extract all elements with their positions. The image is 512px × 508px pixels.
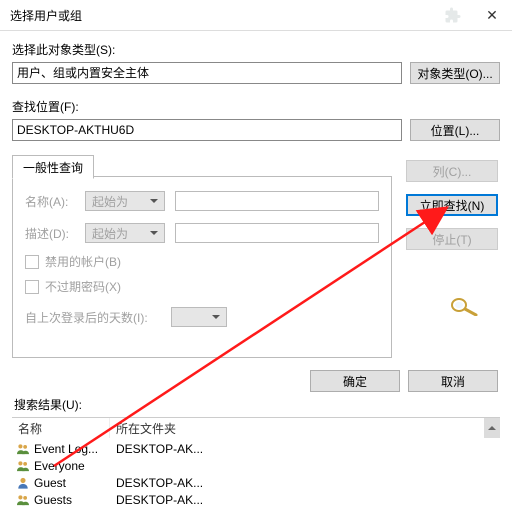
disabled-accounts-label: 禁用的帐户(B) [45, 253, 121, 270]
disabled-accounts-checkbox[interactable]: 禁用的帐户(B) [25, 253, 121, 270]
name-input[interactable] [175, 191, 379, 211]
desc-match-value: 起始为 [92, 225, 128, 242]
stop-button: 停止(T) [406, 228, 498, 250]
name-match-combo[interactable]: 起始为 [85, 191, 165, 211]
no-expire-checkbox[interactable]: 不过期密码(X) [25, 278, 121, 295]
desc-match-combo[interactable]: 起始为 [85, 223, 165, 243]
chevron-down-icon [150, 199, 158, 203]
scroll-up-button[interactable] [484, 418, 500, 438]
results-grid: Event Log... DESKTOP-AK... Everyone Guest DE… [12, 438, 500, 508]
days-combo[interactable] [171, 307, 227, 327]
location-field[interactable]: DESKTOP-AKTHU6D [12, 119, 402, 141]
item-folder: DESKTOP-AK... [110, 493, 500, 507]
list-item[interactable]: Event Log... DESKTOP-AK... [12, 440, 500, 457]
search-icon[interactable] [448, 296, 480, 316]
item-name: Guest [34, 476, 66, 490]
item-name: Event Log... [34, 442, 98, 456]
list-item[interactable]: Everyone [12, 457, 500, 474]
columns-button: 列(C)... [406, 160, 498, 182]
object-type-button[interactable]: 对象类型(O)... [410, 62, 500, 84]
user-icon [16, 477, 30, 489]
checkbox-box [25, 255, 39, 269]
window-title: 选择用户或组 [0, 7, 82, 24]
chevron-down-icon [150, 231, 158, 235]
location-button[interactable]: 位置(L)... [410, 119, 500, 141]
results-header: 名称 所在文件夹 [12, 417, 500, 438]
item-folder: DESKTOP-AK... [110, 476, 500, 490]
title-bar: 选择用户或组 ✕ [0, 0, 512, 31]
query-panel: 名称(A): 起始为 描述(D): 起始为 禁用的帐户(B) 不过期密码(X) [12, 176, 392, 358]
desc-input[interactable] [175, 223, 379, 243]
group-icon [16, 460, 30, 472]
cancel-button[interactable]: 取消 [408, 370, 498, 392]
no-expire-label: 不过期密码(X) [45, 278, 121, 295]
chevron-down-icon [212, 315, 220, 319]
checkbox-box [25, 280, 39, 294]
days-since-login-label: 自上次登录后的天数(I): [25, 309, 161, 326]
column-folder[interactable]: 所在文件夹 [110, 418, 500, 438]
item-folder: DESKTOP-AK... [110, 442, 500, 456]
item-name: Everyone [34, 459, 85, 473]
desc-label: 描述(D): [25, 225, 75, 242]
name-match-value: 起始为 [92, 193, 128, 210]
search-results-label: 搜索结果(U): [12, 396, 500, 417]
location-label: 查找位置(F): [12, 98, 500, 115]
object-type-label: 选择此对象类型(S): [12, 41, 500, 58]
object-type-field[interactable]: 用户、组或内置安全主体 [12, 62, 402, 84]
puzzle-icon [444, 6, 462, 24]
close-icon[interactable]: ✕ [472, 0, 512, 30]
ok-button[interactable]: 确定 [310, 370, 400, 392]
item-name: Guests [34, 493, 72, 507]
list-item[interactable]: Guests DESKTOP-AK... [12, 491, 500, 508]
name-label: 名称(A): [25, 193, 75, 210]
group-icon [16, 494, 30, 506]
find-now-button[interactable]: 立即查找(N) [406, 194, 498, 216]
column-name[interactable]: 名称 [12, 418, 110, 438]
group-icon [16, 443, 30, 455]
tab-general-query[interactable]: 一般性查询 [12, 155, 94, 179]
list-item[interactable]: Guest DESKTOP-AK... [12, 474, 500, 491]
